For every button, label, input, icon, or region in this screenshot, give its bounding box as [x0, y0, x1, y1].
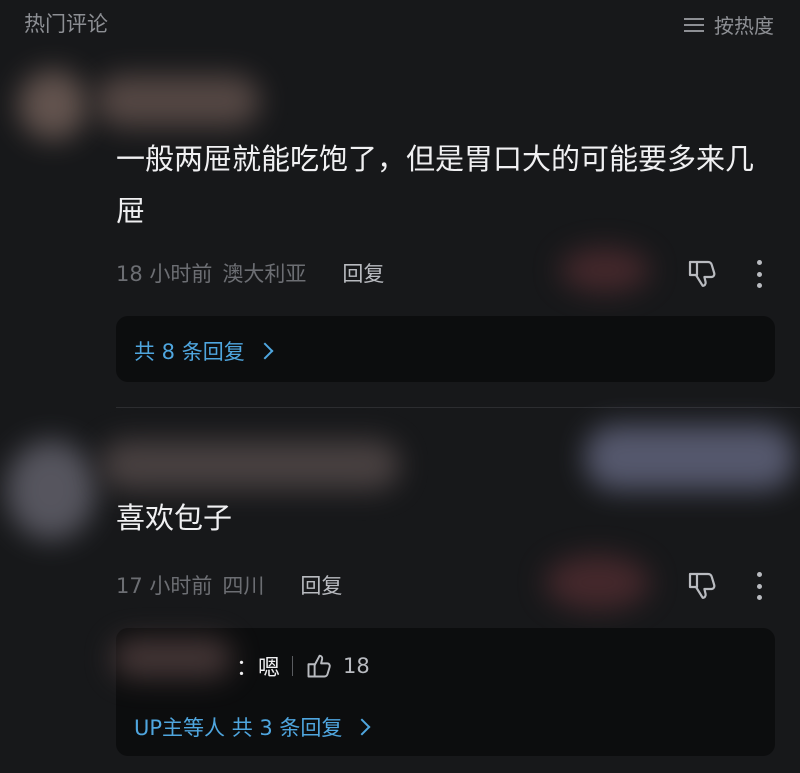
more-options-icon[interactable]: [755, 260, 763, 288]
like-count-blurred: [545, 555, 650, 610]
comment-time: 17 小时前: [116, 574, 213, 598]
sort-button[interactable]: 按热度: [684, 10, 774, 39]
comment-location: 四川: [222, 574, 265, 598]
comment-time: 18 小时前: [116, 262, 213, 286]
username[interactable]: [100, 440, 400, 490]
view-replies-link[interactable]: 共 8 条回复: [134, 336, 274, 366]
separator: [292, 656, 294, 676]
dislike-button[interactable]: [686, 569, 718, 605]
replies-box: ：嗯 18 UP主等人 共 3 条回复: [112, 628, 775, 756]
reply-button[interactable]: 回复: [300, 570, 342, 600]
username[interactable]: [95, 75, 260, 127]
dislike-button[interactable]: [686, 257, 718, 293]
sub-reply-like-count: 18: [343, 654, 370, 678]
comment-meta: 18 小时前 澳大利亚 回复: [116, 258, 384, 288]
chevron-right-icon: [353, 718, 371, 736]
sub-reply: ：嗯 18: [236, 650, 370, 682]
avatar[interactable]: [18, 70, 88, 140]
like-count-blurred: [560, 248, 650, 292]
sub-reply-username[interactable]: [112, 638, 232, 678]
section-title: 热门评论: [24, 12, 108, 36]
comment-text: 喜欢包子: [116, 501, 233, 535]
replies-box: 共 8 条回复: [116, 316, 775, 382]
chevron-right-icon: [256, 342, 274, 360]
comment-location: 澳大利亚: [222, 262, 307, 286]
thumbs-down-icon: [688, 572, 716, 599]
sub-reply-text: ：嗯: [236, 656, 281, 681]
view-replies-label: 共 8 条回复: [134, 340, 245, 364]
decoration-badge: [585, 425, 795, 490]
divider: [116, 407, 800, 408]
comment-meta: 17 小时前 四川 回复: [116, 570, 342, 600]
thumbs-up-icon[interactable]: [305, 652, 333, 680]
more-options-icon[interactable]: [755, 572, 763, 600]
comment-text: 一般两屉就能吃饱了，但是胃口大的可能要多来几屉: [116, 142, 755, 228]
avatar[interactable]: [6, 440, 96, 540]
thumbs-down-icon: [688, 260, 716, 287]
view-replies-label: UP主等人 共 3 条回复: [134, 716, 343, 740]
sort-label: 按热度: [714, 14, 774, 38]
reply-button[interactable]: 回复: [342, 258, 384, 288]
menu-lines-icon: [684, 17, 704, 33]
view-replies-link[interactable]: UP主等人 共 3 条回复: [134, 712, 371, 742]
